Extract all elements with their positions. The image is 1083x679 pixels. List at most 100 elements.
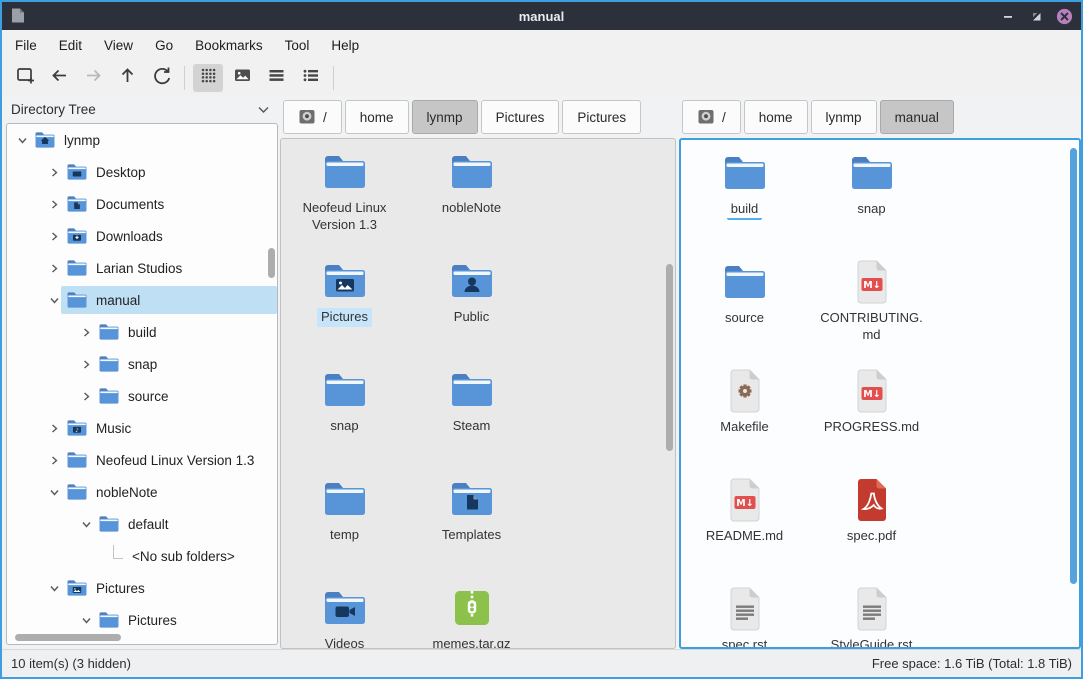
close-button[interactable]: [1055, 7, 1073, 25]
tree-item-downloads[interactable]: Downloads: [7, 220, 277, 252]
tree-item-larian-studios[interactable]: Larian Studios: [7, 252, 277, 284]
tree-item-body[interactable]: ♪Music: [61, 414, 277, 442]
view-detailed-button[interactable]: [295, 64, 325, 92]
expand-arrow-icon[interactable]: [47, 197, 61, 211]
right-pane-scrollbar[interactable]: [1070, 148, 1077, 584]
view-thumbnails-button[interactable]: [227, 64, 257, 92]
breadcrumb-home[interactable]: home: [744, 100, 808, 134]
menu-file[interactable]: File: [4, 34, 48, 57]
tree-item-body[interactable]: <No sub folders>: [127, 542, 277, 570]
file-item-neofeud-linux-version-1-3[interactable]: Neofeud Linux Version 1.3: [281, 143, 408, 252]
collapse-arrow-icon[interactable]: [47, 293, 61, 307]
file-item-readme-md[interactable]: M↓README.md: [681, 471, 808, 580]
breadcrumb-home[interactable]: home: [345, 100, 409, 134]
menu-go[interactable]: Go: [144, 34, 184, 57]
collapse-arrow-icon[interactable]: [79, 613, 93, 627]
breadcrumb-lynmp[interactable]: lynmp: [412, 100, 478, 134]
tree-item-body[interactable]: build: [93, 318, 277, 346]
tree-item-manual[interactable]: manual: [7, 284, 277, 316]
tree-item-build[interactable]: build: [7, 316, 277, 348]
up-button[interactable]: [112, 64, 142, 92]
file-item-progress-md[interactable]: M↓PROGRESS.md: [808, 362, 935, 471]
breadcrumb-root[interactable]: /: [682, 100, 741, 134]
file-item-public[interactable]: Public: [408, 252, 535, 361]
tree-item-music[interactable]: ♪Music: [7, 412, 277, 444]
tree-item-body[interactable]: manual: [61, 286, 277, 314]
tree-item-body[interactable]: Desktop: [61, 158, 277, 186]
breadcrumb-root[interactable]: /: [283, 100, 342, 134]
tree-item-body[interactable]: Documents: [61, 190, 277, 218]
sidebar-horizontal-scrollbar[interactable]: [15, 634, 121, 641]
tree-item-desktop[interactable]: Desktop: [7, 156, 277, 188]
menu-bookmarks[interactable]: Bookmarks: [184, 34, 274, 57]
collapse-arrow-icon[interactable]: [47, 485, 61, 499]
file-item-memes-tar-gz[interactable]: memes.tar.gz: [408, 579, 535, 649]
collapse-arrow-icon[interactable]: [79, 517, 93, 531]
file-item-pictures[interactable]: Pictures: [281, 252, 408, 361]
tree-item-documents[interactable]: Documents: [7, 188, 277, 220]
view-compact-button[interactable]: [261, 64, 291, 92]
file-item-temp[interactable]: temp: [281, 470, 408, 579]
tree-item-noblenote[interactable]: nobleNote: [7, 476, 277, 508]
breadcrumb-pictures[interactable]: Pictures: [562, 100, 641, 134]
back-button[interactable]: [44, 64, 74, 92]
file-item-makefile[interactable]: Makefile: [681, 362, 808, 471]
file-item-snap[interactable]: snap: [281, 361, 408, 470]
collapse-arrow-icon[interactable]: [47, 581, 61, 595]
file-item-noblenote[interactable]: nobleNote: [408, 143, 535, 252]
tree-item-lynmp[interactable]: lynmp: [7, 124, 277, 156]
tree-item-body[interactable]: Larian Studios: [61, 254, 277, 282]
file-item-contributing-md[interactable]: M↓CONTRIBUTING.md: [808, 253, 935, 362]
tree-item-pictures[interactable]: Pictures: [7, 572, 277, 604]
expand-arrow-icon[interactable]: [47, 261, 61, 275]
chevron-down-icon[interactable]: [257, 102, 270, 117]
minimize-button[interactable]: [999, 7, 1017, 25]
menu-view[interactable]: View: [93, 34, 144, 57]
breadcrumb-pictures[interactable]: Pictures: [481, 100, 560, 134]
tree-item-body[interactable]: Pictures: [61, 574, 277, 602]
file-item-spec-pdf[interactable]: spec.pdf: [808, 471, 935, 580]
breadcrumb-manual[interactable]: manual: [880, 100, 954, 134]
expand-arrow-icon[interactable]: [79, 325, 93, 339]
expand-arrow-icon[interactable]: [47, 421, 61, 435]
file-item-styleguide-rst[interactable]: StyleGuide.rst: [808, 580, 935, 649]
middle-pane-scrollbar[interactable]: [666, 264, 673, 451]
tree-item-body[interactable]: Pictures: [93, 606, 277, 634]
file-item-build[interactable]: build: [681, 144, 808, 253]
tree-item-body[interactable]: snap: [93, 350, 277, 378]
sidebar-vertical-scrollbar[interactable]: [268, 248, 275, 278]
expand-arrow-icon[interactable]: [79, 389, 93, 403]
tree-item-body[interactable]: Neofeud Linux Version 1.3: [61, 446, 277, 474]
file-item-spec-rst[interactable]: spec.rst: [681, 580, 808, 649]
file-item-videos[interactable]: Videos: [281, 579, 408, 649]
maximize-button[interactable]: [1027, 7, 1045, 25]
file-item-templates[interactable]: Templates: [408, 470, 535, 579]
tree-item-neofeud-linux-version-1-3[interactable]: Neofeud Linux Version 1.3: [7, 444, 277, 476]
tree-item-body[interactable]: source: [93, 382, 277, 410]
file-item-snap[interactable]: snap: [808, 144, 935, 253]
refresh-button[interactable]: [146, 64, 176, 92]
expand-arrow-icon[interactable]: [79, 357, 93, 371]
tree-item--no-sub-folders-[interactable]: <No sub folders>: [7, 540, 277, 572]
file-item-source[interactable]: source: [681, 253, 808, 362]
menu-help[interactable]: Help: [320, 34, 370, 57]
tree-item-body[interactable]: Downloads: [61, 222, 277, 250]
collapse-arrow-icon[interactable]: [15, 133, 29, 147]
expand-arrow-icon[interactable]: [47, 229, 61, 243]
menu-tool[interactable]: Tool: [274, 34, 321, 57]
tree-item-source[interactable]: source: [7, 380, 277, 412]
tree-item-body[interactable]: nobleNote: [61, 478, 277, 506]
expand-arrow-icon[interactable]: [47, 453, 61, 467]
menu-edit[interactable]: Edit: [48, 34, 93, 57]
tree-item-pictures[interactable]: Pictures: [7, 604, 277, 636]
file-item-steam[interactable]: Steam: [408, 361, 535, 470]
directory-tree-header[interactable]: Directory Tree: [2, 96, 280, 123]
tree-item-body[interactable]: default: [93, 510, 277, 538]
tree-item-default[interactable]: default: [7, 508, 277, 540]
new-tab-button[interactable]: [10, 64, 40, 92]
tree-item-snap[interactable]: snap: [7, 348, 277, 380]
breadcrumb-lynmp[interactable]: lynmp: [811, 100, 877, 134]
expand-arrow-icon[interactable]: [47, 165, 61, 179]
view-icons-button[interactable]: [193, 64, 223, 92]
tree-item-body[interactable]: lynmp: [29, 126, 277, 154]
